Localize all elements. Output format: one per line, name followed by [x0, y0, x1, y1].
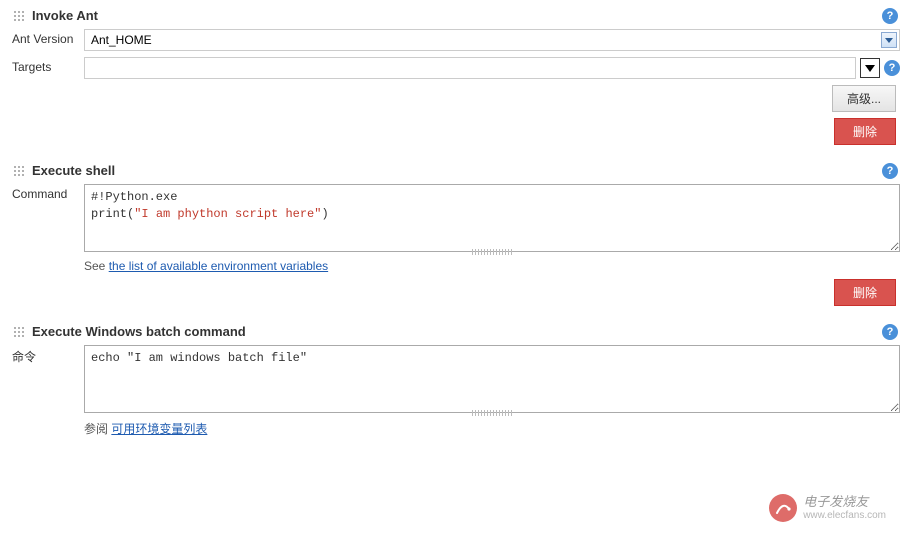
ant-version-value[interactable]: [84, 29, 900, 51]
section-title: Execute shell: [32, 163, 115, 178]
help-icon[interactable]: ?: [882, 324, 898, 340]
ant-version-label: Ant Version: [12, 29, 84, 46]
help-icon[interactable]: ?: [884, 60, 900, 76]
section-execute-shell: Execute shell ? Command #!Python.exe pri…: [12, 163, 900, 306]
watermark-url: www.elecfans.com: [803, 510, 886, 521]
section-title: Execute Windows batch command: [32, 324, 246, 339]
delete-button[interactable]: 删除: [834, 118, 896, 145]
targets-label: Targets: [12, 57, 84, 74]
watermark-logo-icon: [769, 494, 797, 522]
batch-command-textarea[interactable]: echo "I am windows batch file": [84, 345, 900, 413]
command-label: Command: [12, 184, 84, 201]
section-invoke-ant: Invoke Ant ? Ant Version Targets ?: [12, 8, 900, 145]
drag-handle-icon[interactable]: [12, 164, 26, 178]
section-title: Invoke Ant: [32, 8, 98, 23]
targets-dropdown-button[interactable]: [860, 58, 880, 78]
env-vars-link[interactable]: 可用环境变量列表: [111, 422, 207, 436]
targets-input[interactable]: [84, 57, 856, 79]
watermark: 电子发烧友 www.elecfans.com: [769, 494, 886, 522]
advanced-button[interactable]: 高级...: [832, 85, 896, 112]
delete-button[interactable]: 删除: [834, 279, 896, 306]
watermark-title: 电子发烧友: [803, 495, 886, 509]
shell-command-textarea[interactable]: #!Python.exe print("I am phython script …: [84, 184, 900, 252]
drag-handle-icon[interactable]: [12, 9, 26, 23]
batch-hint: 参阅 可用环境变量列表: [84, 420, 900, 437]
drag-handle-icon[interactable]: [12, 325, 26, 339]
resize-handle[interactable]: [472, 410, 512, 416]
command-label: 命令: [12, 345, 84, 365]
help-icon[interactable]: ?: [882, 8, 898, 24]
resize-handle[interactable]: [472, 249, 512, 255]
shell-hint: See the list of available environment va…: [84, 259, 900, 273]
env-vars-link[interactable]: the list of available environment variab…: [109, 259, 328, 273]
ant-version-select[interactable]: [84, 29, 900, 51]
section-execute-batch: Execute Windows batch command ? 命令 echo …: [12, 324, 900, 437]
help-icon[interactable]: ?: [882, 163, 898, 179]
